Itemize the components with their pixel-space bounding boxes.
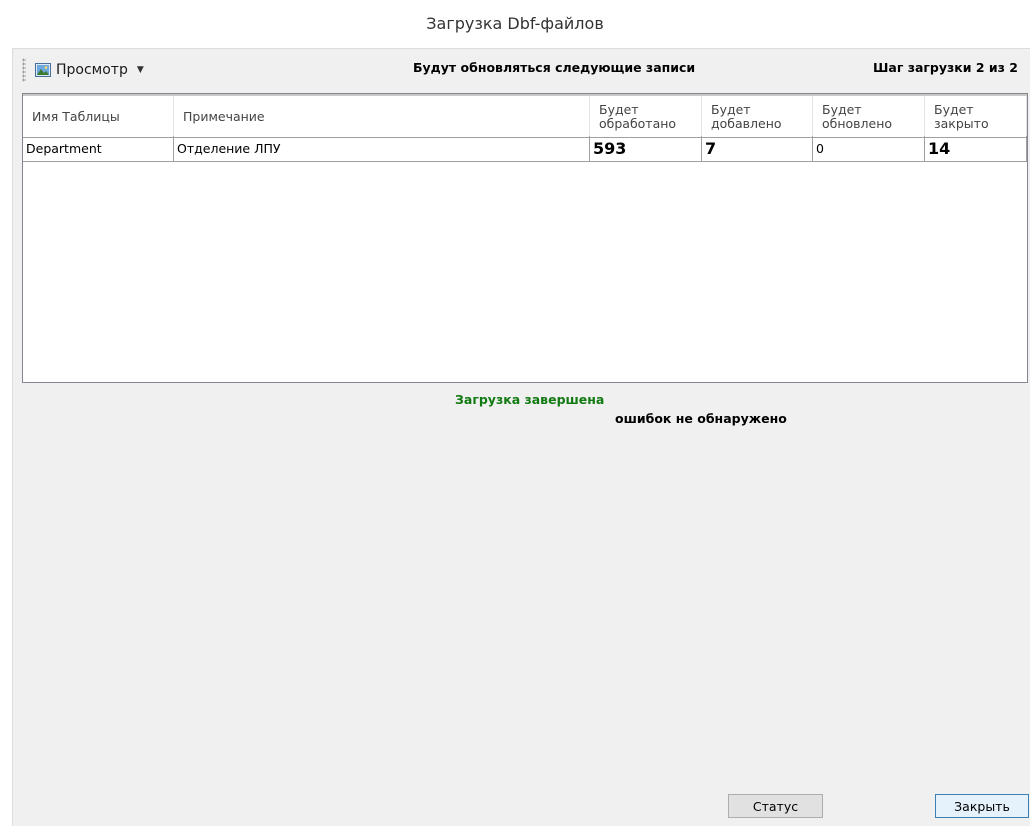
column-header-table-name[interactable]: Имя Таблицы — [23, 96, 174, 137]
cell-note[interactable]: Отделение ЛПУ — [174, 136, 590, 161]
window-title: Загрузка Dbf-файлов — [426, 14, 604, 33]
cell-updated[interactable]: 0 — [813, 136, 925, 161]
records-caption: Будут обновляться следующие записи — [413, 60, 696, 75]
records-grid[interactable]: Имя Таблицы Примечание Будет обработано … — [22, 93, 1028, 383]
chevron-down-icon: ▼ — [136, 65, 144, 75]
column-header-processed[interactable]: Будет обработано — [590, 96, 702, 137]
toolbar-grip[interactable] — [22, 58, 26, 82]
column-header-note[interactable]: Примечание — [174, 96, 590, 137]
cell-closed[interactable]: 14 — [925, 136, 1027, 161]
close-button[interactable]: Закрыть — [935, 794, 1029, 818]
picture-icon — [35, 63, 51, 77]
status-button[interactable]: Статус — [728, 794, 823, 818]
load-complete-label: Загрузка завершена — [455, 392, 605, 407]
no-errors-label: ошибок не обнаружено — [615, 411, 787, 426]
view-label: Просмотр — [56, 62, 128, 78]
column-header-added[interactable]: Будет добавлено — [702, 96, 813, 137]
step-caption: Шаг загрузки 2 из 2 — [872, 60, 1018, 75]
dbf-load-window: Загрузка Dbf-файлов Просмотр ▼ Будут обн… — [0, 0, 1030, 827]
grid-header: Имя Таблицы Примечание Будет обработано … — [23, 94, 1027, 138]
view-dropdown-button[interactable]: Просмотр ▼ — [35, 60, 144, 80]
cell-processed[interactable]: 593 — [590, 136, 702, 161]
table-row[interactable]: Department Отделение ЛПУ 593 7 0 14 — [23, 136, 1027, 162]
cell-table-name[interactable]: Department — [23, 136, 174, 161]
client-area: Просмотр ▼ Будут обновляться следующие з… — [12, 48, 1030, 826]
column-header-closed[interactable]: Будет закрыто — [925, 96, 1027, 137]
cell-added[interactable]: 7 — [702, 136, 813, 161]
toolbar: Просмотр ▼ Будут обновляться следующие з… — [13, 49, 1030, 91]
column-header-updated[interactable]: Будет обновлено — [813, 96, 925, 137]
